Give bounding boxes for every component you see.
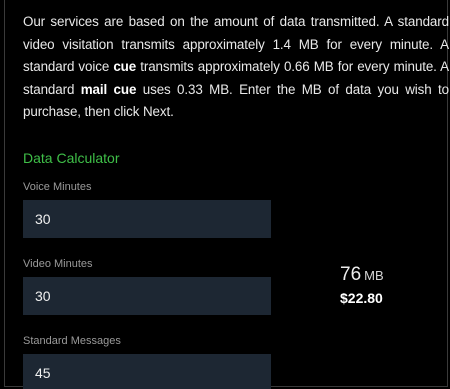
calculation-summary: 76 MB $22.80 — [340, 264, 384, 306]
total-price: $22.80 — [340, 290, 383, 306]
intro-keyword-mail-cue: mail cue — [80, 81, 137, 97]
intro-keyword-voice-cue: cue — [113, 59, 137, 75]
data-purchase-panel: Our services are based on the amount of … — [4, 0, 449, 389]
video-minutes-label: Video Minutes — [23, 258, 93, 270]
intro-paragraph: Our services are based on the amount of … — [23, 11, 449, 124]
voice-minutes-label: Voice Minutes — [23, 181, 92, 193]
total-mb-unit: MB — [364, 268, 384, 283]
standard-messages-input[interactable] — [23, 354, 271, 389]
voice-minutes-input[interactable] — [23, 200, 271, 238]
calculator-title: Data Calculator — [23, 150, 120, 166]
standard-messages-label: Standard Messages — [23, 335, 121, 347]
total-mb-value: 76 — [340, 264, 362, 285]
total-mb: 76 MB — [340, 264, 384, 286]
video-minutes-input[interactable] — [23, 277, 271, 315]
